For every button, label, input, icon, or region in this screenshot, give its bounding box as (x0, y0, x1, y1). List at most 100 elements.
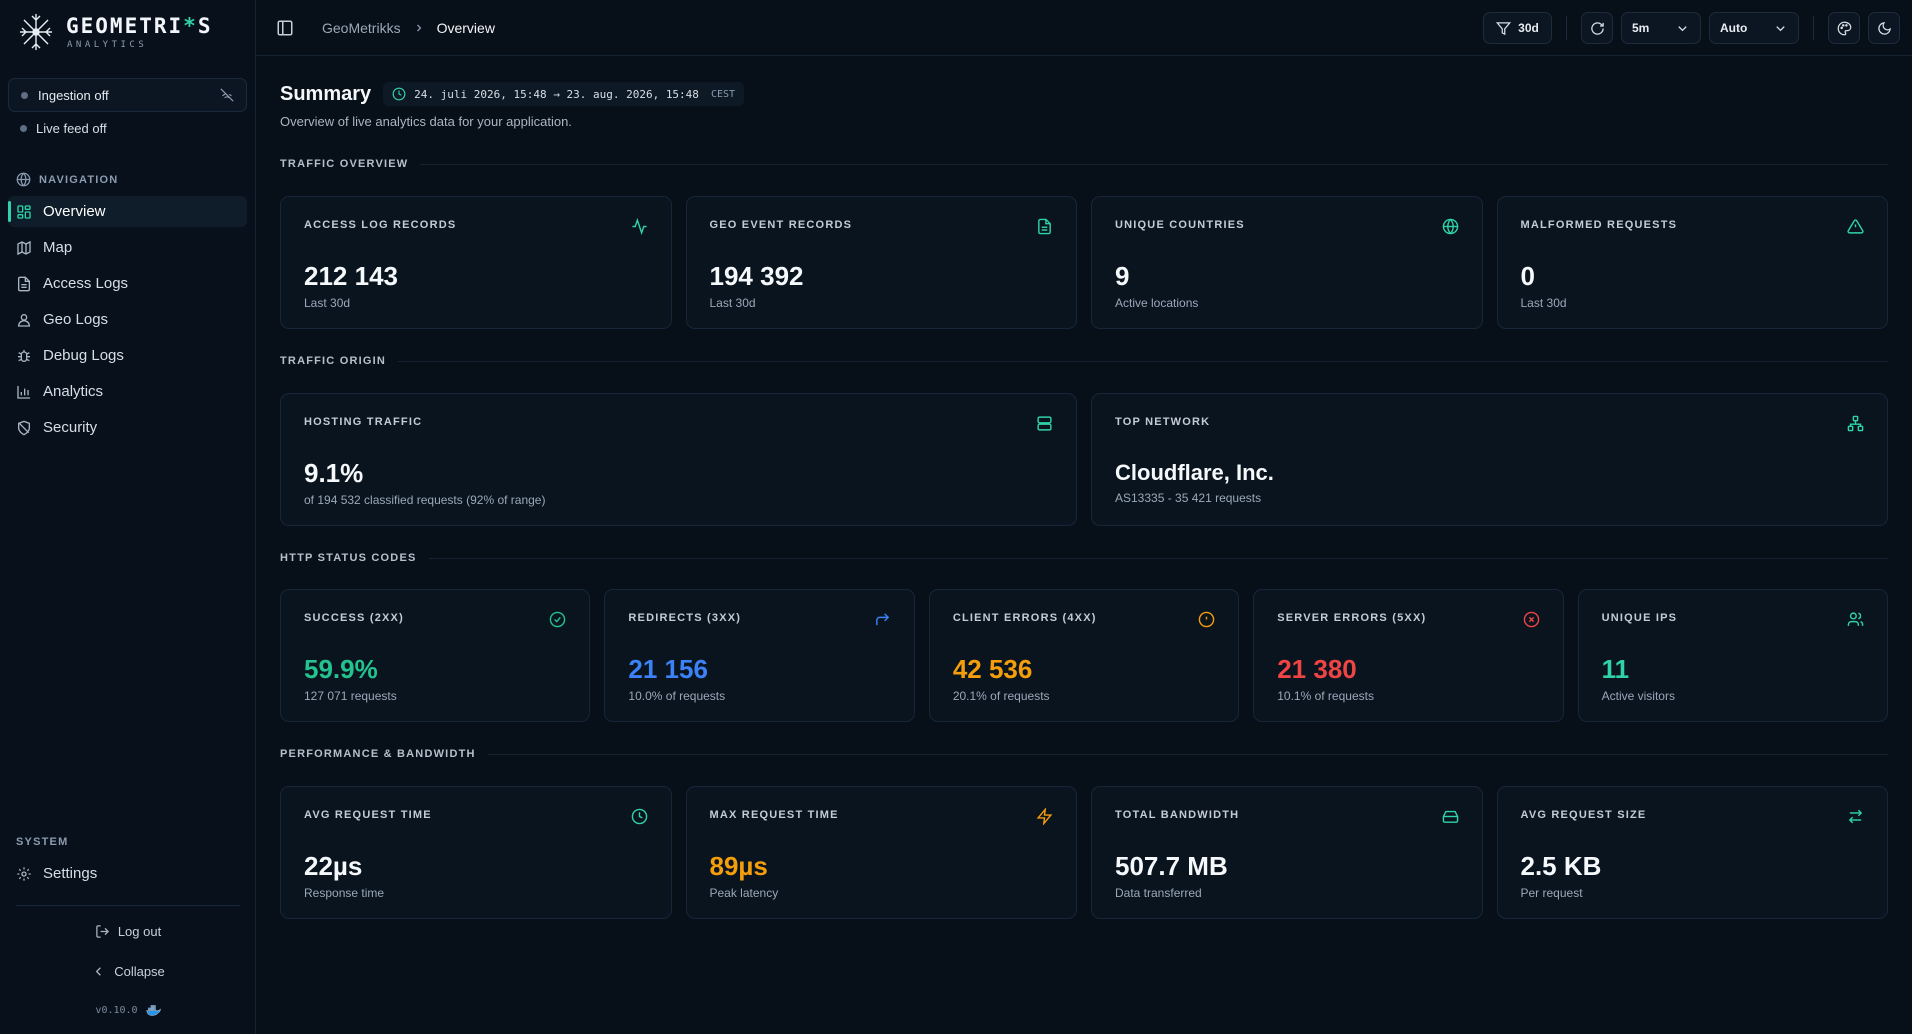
sidebar-item-label: Security (43, 419, 98, 436)
logout-icon (96, 924, 109, 938)
stat-value: 9 (1115, 261, 1130, 291)
sidebar-toggle-icon[interactable] (276, 19, 294, 37)
traffic-origin-row: HOSTING TRAFFIC 9.1% of 194 532 classifi… (280, 393, 1888, 526)
dark-mode-toggle[interactable] (1868, 12, 1900, 44)
collapse-button[interactable]: Collapse (0, 961, 256, 981)
stat-card-hosting-traffic: HOSTING TRAFFIC 9.1% of 194 532 classifi… (280, 393, 1077, 526)
stat-value: 194 392 (709, 261, 804, 291)
stat-card-unique-countries: UNIQUE COUNTRIES 9 Active locations (1091, 196, 1483, 329)
stat-value: 22µs (304, 851, 363, 881)
brand-title: GEOMETRI*S (66, 14, 213, 38)
sidebar-item-label: Settings (43, 865, 98, 882)
topbar-separator (1813, 16, 1814, 40)
sidebar-item-label: Geo Logs (43, 311, 109, 328)
chevron-down-icon (1678, 25, 1687, 31)
stat-subtext: 10.0% of requests (628, 689, 726, 703)
ingestion-status-dot (21, 91, 28, 99)
chevron-left-icon (95, 966, 102, 976)
stat-subtext: Response time (304, 886, 385, 900)
brand-logo[interactable]: GEOMETRI*S ANALYTICS (18, 12, 212, 52)
activity-icon (631, 218, 647, 235)
settings-nav: Settings (8, 858, 247, 894)
time-filter-button[interactable]: 30d (1483, 12, 1552, 44)
network-icon (1847, 415, 1864, 432)
stat-subtext: Last 30d (304, 296, 351, 310)
sidebar-item-map[interactable]: Map (8, 232, 247, 263)
theme-palette-button[interactable] (1828, 12, 1860, 44)
sidebar-item-access-logs[interactable]: Access Logs (8, 268, 247, 299)
topbar: GeoMetrikks Overview 30d 5m Auto (256, 0, 1912, 56)
stat-subtext: Per request (1520, 886, 1583, 900)
clock-icon (392, 87, 406, 101)
stat-subtext: AS13335 - 35 421 requests (1115, 491, 1262, 505)
stat-card-malformed-requests: MALFORMED REQUESTS 0 Last 30d (1496, 196, 1888, 329)
performance-row: AVG REQUEST TIME 22µs Response time MAX … (280, 786, 1888, 919)
server-icon (1037, 416, 1052, 431)
palette-icon (1837, 21, 1851, 35)
sidebar-item-label: Debug Logs (43, 347, 124, 364)
compass-star-icon (20, 14, 52, 50)
sidebar-item-overview[interactable]: Overview (8, 196, 247, 227)
bug-icon (18, 349, 30, 362)
stat-value: 2.5 KB (1520, 851, 1602, 881)
stat-value: 507.7 MB (1115, 851, 1228, 881)
sidebar-nav: Overview Map Access Logs Geo Logs Debug … (8, 196, 247, 448)
sidebar-item-analytics[interactable]: Analytics (8, 376, 247, 407)
stat-subtext: Peak latency (709, 886, 779, 900)
stat-subtext: Last 30d (709, 296, 756, 310)
topbar-separator (1566, 16, 1567, 40)
alert-circle-icon (1198, 611, 1215, 628)
stat-subtext: Last 30d (1520, 296, 1567, 310)
date-range-chip: 24. juli 2026, 15:48 → 23. aug. 2026, 15… (383, 82, 745, 106)
ingestion-status-toggle[interactable]: Ingestion off (8, 78, 247, 112)
file-icon (18, 276, 30, 291)
stat-card-client-errors: CLIENT ERRORS (4XX) 42 536 20.1% of requ… (928, 589, 1240, 722)
sidebar-item-debug-logs[interactable]: Debug Logs (8, 340, 247, 371)
stat-value: 59.9% (304, 654, 378, 684)
map-icon (17, 240, 31, 255)
summary-header: Summary 24. juli 2026, 15:48 → 23. aug. … (280, 82, 745, 106)
section-traffic-origin: TRAFFIC ORIGIN (280, 355, 1888, 367)
http-status-row: SUCCESS (2XX) 59.9% 127 071 requests RED… (280, 589, 1889, 722)
gear-icon (17, 866, 31, 881)
brand-subtitle: ANALYTICS (67, 40, 148, 50)
sidebar-item-geo-logs[interactable]: Geo Logs (8, 304, 247, 335)
page-description: Overview of live analytics data for your… (280, 114, 572, 129)
users-icon (1847, 612, 1864, 626)
breadcrumb-root[interactable]: GeoMetrikks (322, 20, 401, 36)
stat-card-avg-request-time: AVG REQUEST TIME 22µs Response time (280, 786, 672, 919)
refresh-icon (1590, 21, 1604, 35)
user-pin-icon (17, 313, 31, 327)
stat-card-unique-ips: UNIQUE IPS 11 Active visitors (1577, 589, 1889, 722)
sidebar-divider (16, 905, 240, 906)
sidebar-item-security[interactable]: Security (8, 412, 247, 443)
stat-card-redirects: REDIRECTS (3XX) 21 156 10.0% of requests (604, 589, 915, 722)
stat-subtext: 127 071 requests (304, 689, 397, 703)
mode-select[interactable]: Auto (1709, 12, 1799, 44)
section-performance: PERFORMANCE & BANDWIDTH (280, 748, 1888, 760)
refresh-interval-select[interactable]: 5m (1621, 12, 1701, 44)
date-range-text: 24. juli 2026, 15:48 → 23. aug. 2026, 15… (414, 87, 699, 101)
moon-icon (1877, 21, 1891, 35)
stat-card-geo-event-records: GEO EVENT RECORDS 194 392 Last 30d (685, 196, 1077, 329)
refresh-button[interactable] (1581, 12, 1613, 44)
breadcrumb-current: Overview (436, 19, 495, 36)
timezone-label: CEST (710, 88, 736, 100)
sidebar-item-settings[interactable]: Settings (8, 858, 247, 889)
shield-icon (18, 420, 30, 435)
stat-value: 9.1% (304, 458, 364, 488)
globe-icon (16, 172, 31, 187)
sidebar-item-label: Access Logs (43, 275, 129, 292)
stat-subtext: Active locations (1115, 296, 1199, 310)
stat-card-top-network: TOP NETWORK Cloudflare, Inc. AS13335 - 3… (1091, 393, 1888, 526)
section-traffic-overview: TRAFFIC OVERVIEW (280, 158, 1888, 170)
live-feed-dot (20, 125, 27, 132)
sidebar-item-label: Overview (43, 203, 106, 220)
clock-icon (631, 808, 647, 825)
redirect-arrow-icon (875, 613, 889, 626)
swap-icon (1848, 809, 1863, 824)
ingestion-status-label: Ingestion off (38, 87, 109, 103)
logout-button[interactable]: Log out (0, 921, 256, 941)
stat-card-max-request-time: MAX REQUEST TIME 89µs Peak latency (685, 786, 1077, 919)
topbar-controls: 30d 5m Auto (1483, 12, 1900, 44)
